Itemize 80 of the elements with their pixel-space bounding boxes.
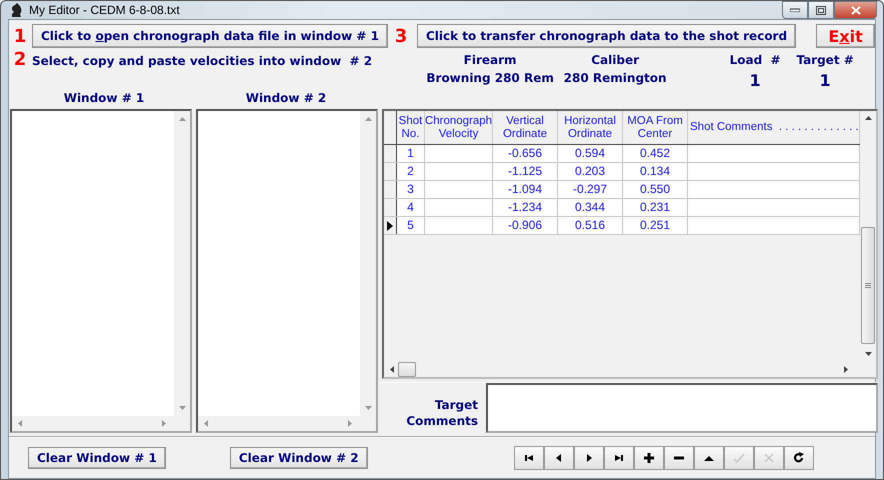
scroll-left-icon[interactable] [390, 366, 394, 372]
table-cell: 0.550 [640, 183, 670, 196]
column-header[interactable]: Shot No. [397, 111, 425, 144]
scroll-right-icon[interactable] [844, 366, 848, 372]
firearm-value: Browning 280 Rem [426, 71, 554, 85]
table-cell: 0.594 [574, 147, 606, 160]
navigator-button[interactable] [664, 446, 694, 470]
table-cell: -0.297 [572, 183, 608, 196]
step-number: 1 [13, 26, 27, 46]
table-cell: 2 [407, 165, 414, 178]
table-cell: -1.125 [508, 165, 542, 178]
table-cell: -0.906 [508, 219, 542, 232]
pane-title: Window # 2 [246, 91, 326, 105]
table-cell: -0.656 [508, 147, 542, 160]
caliber-value: 280 Remington [564, 71, 667, 85]
table-cell: 1 [407, 147, 414, 160]
scroll-down-icon[interactable] [864, 352, 872, 356]
navigator-button[interactable] [634, 446, 664, 470]
scroll-thumb[interactable] [398, 362, 416, 376]
load-value: 1 [750, 71, 761, 90]
column-header[interactable]: Chronograph Velocity [425, 111, 493, 144]
app-icon [9, 2, 23, 18]
target-comments-field[interactable] [486, 383, 878, 433]
table-cell: -1.234 [508, 201, 542, 214]
navigator-button[interactable] [514, 446, 544, 470]
table-cell: 5 [407, 219, 414, 232]
current-row-icon [387, 220, 393, 230]
close-button[interactable] [834, 1, 877, 19]
cross-icon [763, 452, 775, 464]
navigator-button[interactable] [574, 446, 604, 470]
table-cell: 0.251 [640, 219, 670, 232]
scroll-thumb[interactable] [861, 227, 875, 344]
table-cell: 3 [407, 183, 414, 196]
checkmark-icon [733, 452, 745, 464]
column-header[interactable]: Vertical Ordinate [493, 111, 558, 144]
window-title: My Editor - CEDM 6-8-08.txt [29, 3, 180, 17]
pane-title: Window # 1 [64, 91, 144, 105]
plus-icon [643, 452, 655, 464]
maximize-button[interactable] [808, 1, 834, 19]
navigator-button[interactable] [544, 446, 574, 470]
firearm-label: Firearm [464, 53, 517, 67]
table-cell: -1.094 [508, 183, 542, 196]
row-header[interactable] [384, 199, 397, 216]
clear-window-button[interactable]: Clear Window # 2 [230, 447, 368, 469]
target-label: Target # [796, 53, 854, 67]
row-header[interactable] [384, 163, 397, 180]
table-cell: 0.134 [640, 165, 670, 178]
step-button[interactable]: Click to transfer chronograph data to the shot record [416, 24, 796, 48]
target-comments-label: Target Comments [405, 397, 479, 430]
target-value: 1 [820, 71, 831, 90]
row-header[interactable] [384, 145, 397, 162]
close-icon [850, 6, 860, 14]
maximize-icon [816, 6, 826, 14]
column-header[interactable]: MOA From Center [623, 111, 688, 144]
clear-window-button[interactable]: Clear Window # 1 [28, 447, 166, 469]
refresh-icon [793, 452, 805, 464]
step-instruction: Select, copy and paste velocities into window # 2 [32, 53, 372, 68]
minimize-icon [790, 8, 800, 12]
navigator-button[interactable] [694, 446, 724, 470]
row-header[interactable] [384, 181, 397, 198]
first-record-icon [523, 452, 535, 464]
table-cell: 4 [407, 201, 414, 214]
column-header[interactable]: Horizontal Ordinate [558, 111, 623, 144]
table-cell: 0.344 [574, 201, 606, 214]
table-cell: 0.452 [640, 147, 670, 160]
table-cell: 0.203 [574, 165, 606, 178]
step-number: 3 [394, 26, 408, 46]
caliber-label: Caliber [591, 53, 640, 67]
column-header[interactable]: Shot Comments . . . . . . . . . . . . . [688, 111, 860, 144]
navigator-button[interactable] [784, 446, 814, 470]
row-header[interactable] [384, 217, 397, 234]
scroll-up-icon[interactable] [864, 116, 872, 120]
table-cell: 0.516 [574, 219, 606, 232]
last-record-icon [613, 452, 625, 464]
load-label: Load # [730, 53, 781, 67]
step-number: 2 [13, 49, 27, 70]
minimize-button[interactable] [782, 1, 808, 19]
table-cell: 0.231 [640, 201, 670, 214]
step-button[interactable]: Click to open chronograph data file in window # 1 [32, 24, 388, 48]
navigator-button[interactable] [604, 446, 634, 470]
